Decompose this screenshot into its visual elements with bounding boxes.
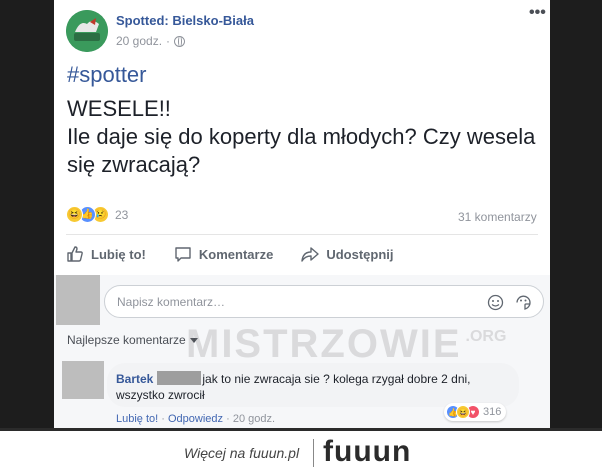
comment-reaction-count: 316 (483, 406, 502, 418)
comment-button-label: Komentarze (198, 246, 274, 262)
comment-content: Bartek jak to nie zwracaja sie ? kolega r… (116, 371, 516, 403)
current-user-avatar (56, 275, 100, 325)
haha-icon: 😆 (456, 405, 470, 419)
commenter-avatar[interactable] (62, 361, 104, 399)
thumbs-up-icon (67, 246, 83, 262)
link-separator: · (161, 413, 168, 425)
comment-filter-dropdown[interactable]: Najlepsze komentarze (67, 333, 198, 347)
comment-input[interactable]: Napisz komentarz… (104, 285, 544, 318)
fuuun-logo[interactable]: fuuun (323, 435, 411, 469)
comment-icon (175, 247, 191, 262)
hashtag-link[interactable]: #spotter (67, 62, 147, 88)
like-button-label: Lubię to! (91, 246, 146, 262)
facebook-post: Spotted: Bielsko-Biała 20 godz. · ••• #s… (54, 0, 550, 428)
screenshot: Spotted: Bielsko-Biała 20 godz. · ••• #s… (0, 0, 602, 470)
footer-banner: Więcej na fuuun.pl fuuun (0, 428, 602, 470)
emoji-icon[interactable] (487, 294, 504, 311)
comment-count-link[interactable]: 31 komentarzy (458, 210, 537, 224)
comment-button[interactable]: Komentarze (174, 245, 273, 263)
post-body-line-1: WESELE!! (67, 96, 171, 121)
share-icon (301, 247, 320, 262)
redacted-surname (157, 371, 202, 385)
comment-like-link[interactable]: Lubię to! (116, 413, 158, 425)
caret-down-icon (189, 337, 198, 343)
reaction-count: 23 (115, 207, 129, 222)
globe-icon (174, 35, 186, 47)
link-separator: · (226, 413, 233, 425)
post-actions: Lubię to! Komentarze Udostępnij (66, 245, 538, 263)
right-gutter (550, 0, 602, 428)
footer-divider (313, 439, 314, 467)
footer-link-text[interactable]: Więcej na fuuun.pl (184, 445, 299, 461)
divider (66, 234, 538, 235)
like-button[interactable]: Lubię to! (66, 245, 146, 263)
post-body-line-2: Ile daje się do koperty dla młodych? Czy… (67, 124, 536, 177)
comment-reaction-summary[interactable]: 👍 😆 ♥ 316 (444, 403, 507, 421)
comment-reply-link[interactable]: Odpowiedz (168, 413, 223, 425)
comment-filter-label: Najlepsze komentarze (67, 333, 186, 347)
haha-icon: 😆 (66, 206, 83, 223)
page-avatar[interactable] (66, 10, 108, 52)
post-time[interactable]: 20 godz. (116, 34, 162, 48)
left-gutter (0, 0, 54, 428)
comment-author-link[interactable]: Bartek (116, 372, 153, 386)
meta-separator: · (166, 34, 171, 48)
page-logo-icon (66, 10, 108, 52)
comment-input-placeholder: Napisz komentarz… (117, 295, 226, 309)
more-options-button[interactable]: ••• (529, 5, 546, 21)
page-name-link[interactable]: Spotted: Bielsko-Biała (116, 13, 254, 28)
share-button[interactable]: Udostępnij (301, 245, 393, 263)
comment-time[interactable]: 20 godz. (233, 413, 275, 425)
reaction-summary[interactable]: 😆 👍 😢 23 (66, 206, 128, 223)
share-button-label: Udostępnij (326, 246, 394, 262)
comments-section: Napisz komentarz… Najlepsze komentarze B (54, 275, 550, 428)
post-meta: 20 godz. · (116, 34, 186, 48)
sticker-icon[interactable] (515, 294, 532, 311)
comment-actions: Lubię to! · Odpowiedz · 20 godz. (116, 413, 275, 425)
post-body: WESELE!! Ile daje się do koperty dla mło… (67, 95, 537, 179)
